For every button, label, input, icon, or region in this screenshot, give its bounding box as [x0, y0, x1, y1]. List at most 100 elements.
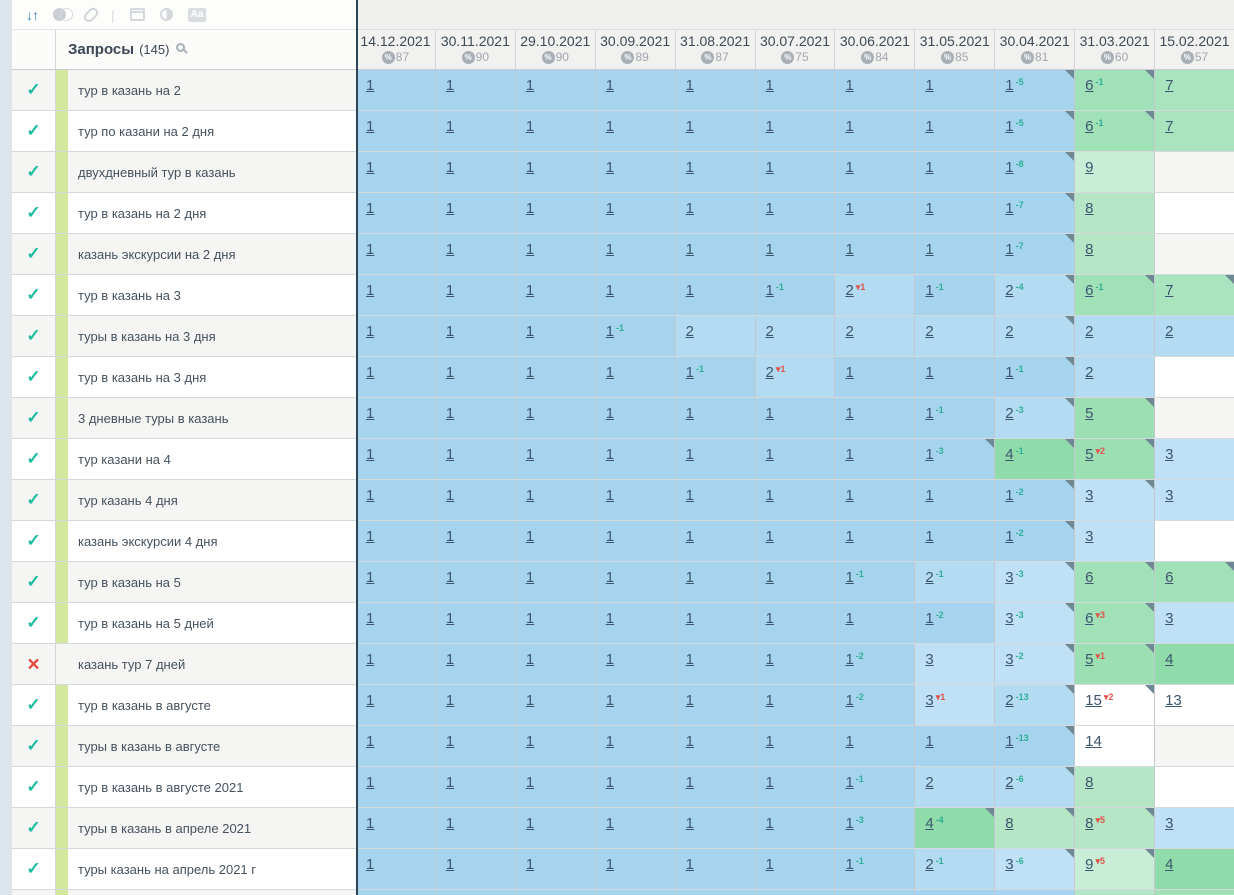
position-link[interactable]: 1	[446, 815, 454, 832]
date-column-header[interactable]: 30.09.2021%89	[596, 30, 676, 70]
position-link[interactable]: 1	[606, 282, 614, 299]
position-link[interactable]: 1	[925, 610, 933, 627]
position-link[interactable]: 1	[925, 200, 933, 217]
position-link[interactable]: 8	[1085, 241, 1093, 258]
position-link[interactable]: 1	[686, 241, 694, 258]
position-link[interactable]: 1	[446, 364, 454, 381]
position-link[interactable]: 1	[526, 487, 534, 504]
position-link[interactable]: 1	[366, 528, 374, 545]
position-link[interactable]: 1	[766, 856, 774, 873]
position-link[interactable]: 1	[606, 159, 614, 176]
status-cell[interactable]: ✓	[12, 316, 56, 356]
position-link[interactable]: 1	[526, 651, 534, 668]
position-link[interactable]: 1	[766, 282, 774, 299]
position-link[interactable]: 1	[446, 282, 454, 299]
date-column-header[interactable]: 30.11.2021%90	[436, 30, 516, 70]
position-link[interactable]: 1	[366, 323, 374, 340]
position-link[interactable]: 1	[526, 569, 534, 586]
keyword-cell[interactable]: туры в казань в апреле 2021	[56, 808, 356, 848]
position-link[interactable]: 1	[925, 528, 933, 545]
position-link[interactable]: 1	[845, 159, 853, 176]
position-link[interactable]: 1	[526, 446, 534, 463]
position-link[interactable]: 1	[366, 733, 374, 750]
position-link[interactable]: 1	[366, 118, 374, 135]
keyword-cell[interactable]: тур казань 4 дня	[56, 480, 356, 520]
position-link[interactable]: 1	[446, 487, 454, 504]
position-link[interactable]: 1	[366, 405, 374, 422]
position-link[interactable]: 6	[1085, 610, 1093, 627]
position-link[interactable]: 1	[1005, 487, 1013, 504]
position-link[interactable]: 1	[606, 118, 614, 135]
position-link[interactable]: 6	[1085, 118, 1093, 135]
position-link[interactable]: 1	[606, 774, 614, 791]
position-link[interactable]: 9	[1085, 159, 1093, 176]
position-link[interactable]: 1	[366, 569, 374, 586]
keyword-cell[interactable]: тур в казань на 2 дня	[56, 193, 356, 233]
position-link[interactable]: 3	[1165, 815, 1173, 832]
position-link[interactable]: 4	[925, 815, 933, 832]
position-link[interactable]: 8	[1085, 774, 1093, 791]
position-link[interactable]: 1	[766, 446, 774, 463]
position-link[interactable]: 1	[366, 77, 374, 94]
position-link[interactable]: 3	[1165, 610, 1173, 627]
position-link[interactable]: 1	[766, 651, 774, 668]
position-link[interactable]: 1	[446, 856, 454, 873]
position-link[interactable]: 1	[526, 733, 534, 750]
link-icon[interactable]	[82, 5, 100, 23]
position-link[interactable]: 1	[1005, 364, 1013, 381]
target-circles-icon[interactable]	[53, 8, 71, 22]
position-link[interactable]: 1	[686, 200, 694, 217]
position-link[interactable]: 1	[526, 159, 534, 176]
position-link[interactable]: 1	[366, 651, 374, 668]
status-cell[interactable]: ✓	[12, 521, 56, 561]
position-link[interactable]: 3	[925, 651, 933, 668]
keyword-cell[interactable]: тур по казани на 2 дня	[56, 111, 356, 151]
position-link[interactable]: 1	[526, 77, 534, 94]
date-column-header[interactable]: 15.02.2021%57	[1155, 30, 1234, 70]
date-column-header[interactable]: 31.08.2021%87	[676, 30, 756, 70]
position-link[interactable]: 1	[526, 610, 534, 627]
position-link[interactable]: 1	[526, 323, 534, 340]
position-link[interactable]: 1	[686, 282, 694, 299]
position-link[interactable]: 3	[925, 692, 933, 709]
position-link[interactable]: 2	[1085, 323, 1093, 340]
position-link[interactable]: 1	[446, 528, 454, 545]
position-link[interactable]: 1	[606, 528, 614, 545]
position-link[interactable]: 1	[925, 405, 933, 422]
position-link[interactable]: 1	[925, 77, 933, 94]
position-link[interactable]: 2	[1005, 692, 1013, 709]
position-link[interactable]: 4	[1005, 446, 1013, 463]
position-link[interactable]: 2	[1005, 405, 1013, 422]
position-link[interactable]: 1	[845, 405, 853, 422]
position-link[interactable]: 1	[606, 569, 614, 586]
contrast-icon[interactable]	[160, 8, 173, 21]
position-link[interactable]: 2	[925, 856, 933, 873]
date-column-header[interactable]: 14.12.2021%87	[356, 30, 436, 70]
snippet-window-icon[interactable]	[130, 8, 145, 21]
position-link[interactable]: 3	[1085, 487, 1093, 504]
position-link[interactable]: 6	[1085, 569, 1093, 586]
position-link[interactable]: 1	[686, 815, 694, 832]
position-link[interactable]: 3	[1005, 569, 1013, 586]
queries-title[interactable]: Запросы (145)	[56, 30, 356, 69]
status-cell[interactable]: ✓	[12, 152, 56, 192]
position-link[interactable]: 4	[1165, 651, 1173, 668]
position-link[interactable]: 1	[686, 856, 694, 873]
position-link[interactable]: 1	[845, 77, 853, 94]
position-link[interactable]: 2	[1005, 774, 1013, 791]
position-link[interactable]: 1	[766, 610, 774, 627]
position-link[interactable]: 2	[1005, 282, 1013, 299]
keyword-cell[interactable]: двухдневный тур в казань	[56, 152, 356, 192]
search-icon[interactable]	[176, 43, 185, 52]
status-cell[interactable]: ✓	[12, 808, 56, 848]
date-column-header[interactable]: 30.06.2021%84	[835, 30, 915, 70]
position-link[interactable]: 1	[526, 364, 534, 381]
position-link[interactable]: 1	[366, 487, 374, 504]
position-link[interactable]: 1	[845, 569, 853, 586]
position-link[interactable]: 1	[925, 118, 933, 135]
status-cell[interactable]: ✓	[12, 275, 56, 315]
position-link[interactable]: 8	[1085, 200, 1093, 217]
position-link[interactable]: 2	[1165, 323, 1173, 340]
position-link[interactable]: 5	[1085, 446, 1093, 463]
position-link[interactable]: 1	[526, 692, 534, 709]
